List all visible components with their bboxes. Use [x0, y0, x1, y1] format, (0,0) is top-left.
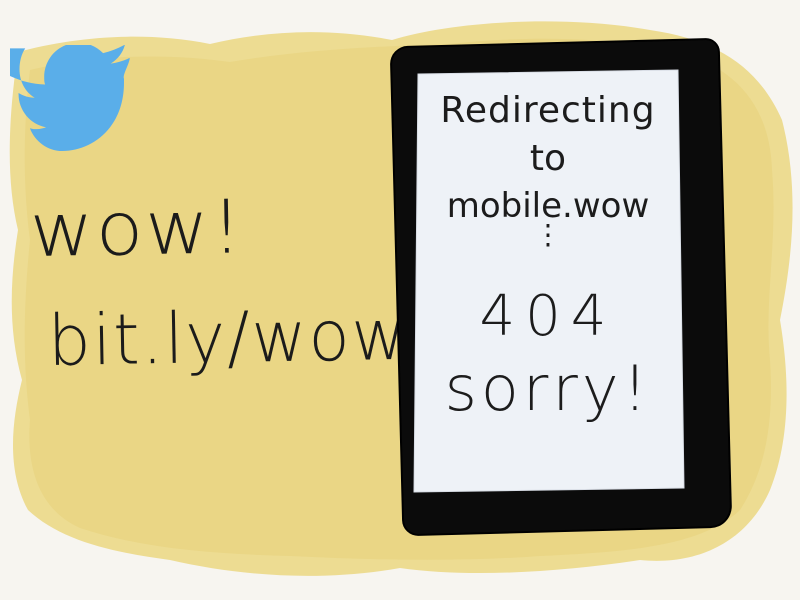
sorry-message: sorry!	[444, 352, 652, 425]
redirecting-text: Redirecting	[440, 90, 656, 131]
illustration-canvas: wow! bit.ly/wow Redirecting to mobile.wo…	[0, 0, 800, 600]
vertical-ellipsis: ⋮	[534, 218, 562, 251]
tweet-text-wow: wow!	[29, 184, 245, 274]
tweet-link-bitly: bit.ly/wow	[47, 293, 410, 382]
phone-screen: Redirecting to mobile.wow ⋮ 404 sorry!	[410, 68, 686, 494]
phone-screen-surface	[413, 69, 685, 493]
error-code-text: 404	[479, 284, 617, 349]
to-text: to	[529, 138, 567, 179]
twitter-bird-icon	[10, 45, 130, 152]
